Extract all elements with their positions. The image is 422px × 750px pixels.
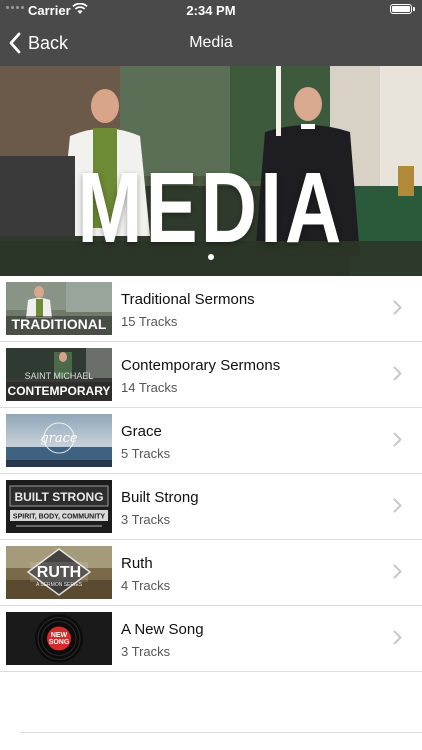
item-track-count: 15 Tracks bbox=[121, 314, 178, 329]
navigation-bar: Carrier 2:34 PM Back Media bbox=[0, 0, 422, 66]
page-indicator-dot bbox=[208, 254, 214, 260]
list-item[interactable]: BUILT STRONG SPIRIT, BODY, COMMUNITY Bui… bbox=[0, 474, 422, 540]
traditional-thumbnail: TRADITIONAL bbox=[6, 282, 112, 335]
item-track-count: 4 Tracks bbox=[121, 578, 171, 593]
item-title: Grace bbox=[121, 423, 162, 440]
chevron-right-icon bbox=[393, 630, 402, 650]
list-item[interactable]: TRADITIONAL Traditional Sermons 15 Track… bbox=[0, 276, 422, 342]
svg-text:CONTEMPORARY: CONTEMPORARY bbox=[8, 384, 111, 398]
item-track-count: 5 Tracks bbox=[121, 446, 171, 461]
svg-text:SAINT MICHAEL: SAINT MICHAEL bbox=[25, 371, 94, 381]
chevron-right-icon bbox=[393, 300, 402, 320]
hero-banner: MEDIA bbox=[0, 66, 422, 276]
chevron-right-icon bbox=[393, 432, 402, 452]
item-track-count: 14 Tracks bbox=[121, 380, 178, 395]
list-item[interactable]: SAINT MICHAEL CONTEMPORARY Contemporary … bbox=[0, 342, 422, 408]
item-title: A New Song bbox=[121, 621, 204, 638]
grace-thumbnail: grace bbox=[6, 414, 112, 467]
list-item[interactable]: RUTH A SERMON SERIES Ruth 4 Tracks bbox=[0, 540, 422, 606]
svg-text:RUTH: RUTH bbox=[37, 564, 81, 581]
hero-title: MEDIA bbox=[77, 152, 345, 264]
svg-text:SONG: SONG bbox=[49, 639, 70, 646]
divider bbox=[20, 732, 422, 733]
item-track-count: 3 Tracks bbox=[121, 644, 171, 659]
item-track-count: 3 Tracks bbox=[121, 512, 171, 527]
battery-icon bbox=[390, 4, 415, 14]
svg-text:A SERMON SERIES: A SERMON SERIES bbox=[36, 582, 83, 588]
list-item[interactable]: NEW SONG A New Song 3 Tracks bbox=[0, 606, 422, 672]
page-title: Media bbox=[189, 34, 233, 51]
chevron-right-icon bbox=[393, 498, 402, 518]
svg-text:BUILT STRONG: BUILT STRONG bbox=[14, 490, 103, 504]
built-strong-thumbnail: BUILT STRONG SPIRIT, BODY, COMMUNITY bbox=[6, 480, 112, 533]
item-title: Contemporary Sermons bbox=[121, 357, 281, 374]
svg-text:SPIRIT, BODY, COMMUNITY: SPIRIT, BODY, COMMUNITY bbox=[13, 514, 106, 521]
chevron-right-icon bbox=[393, 366, 402, 386]
ruth-thumbnail: RUTH A SERMON SERIES bbox=[6, 546, 112, 599]
item-title: Ruth bbox=[121, 555, 153, 572]
media-list: TRADITIONAL Traditional Sermons 15 Track… bbox=[0, 276, 422, 672]
list-item[interactable]: grace Grace 5 Tracks bbox=[0, 408, 422, 474]
status-bar: Carrier 2:34 PM bbox=[0, 0, 422, 20]
new-song-thumbnail: NEW SONG bbox=[6, 612, 112, 665]
chevron-right-icon bbox=[393, 564, 402, 584]
svg-text:NEW: NEW bbox=[51, 632, 68, 639]
item-title: Traditional Sermons bbox=[121, 291, 255, 308]
svg-text:TRADITIONAL: TRADITIONAL bbox=[12, 316, 107, 332]
status-time: 2:34 PM bbox=[186, 3, 236, 18]
svg-text:grace: grace bbox=[40, 431, 78, 446]
contemporary-thumbnail: SAINT MICHAEL CONTEMPORARY bbox=[6, 348, 112, 401]
item-title: Built Strong bbox=[121, 489, 199, 506]
